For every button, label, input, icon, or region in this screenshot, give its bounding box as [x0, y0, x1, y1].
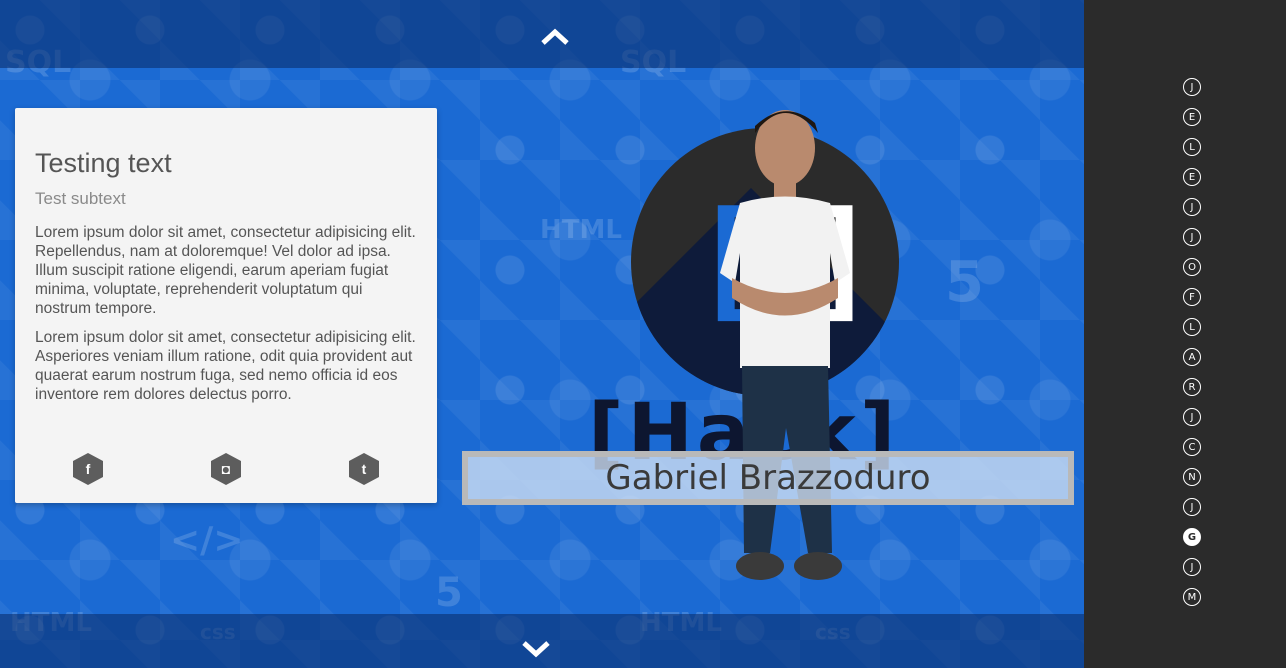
nav-dot[interactable]: J [1183, 408, 1201, 426]
social-links: f ◘ t [15, 453, 437, 485]
card-paragraph: Lorem ipsum dolor sit amet, consectetur … [35, 329, 416, 403]
chevron-up-icon [541, 28, 569, 45]
card-title: Testing text [35, 148, 172, 178]
card-subtitle: Test subtext [35, 189, 126, 208]
nav-dot[interactable]: J [1183, 78, 1201, 96]
facebook-icon[interactable]: f [73, 453, 103, 485]
nav-dot[interactable]: O [1183, 258, 1201, 276]
person-photo [720, 110, 850, 580]
hero-stage: SQL SQL HTML </> 5 5 HTML HTML css css T… [0, 0, 1084, 668]
nav-dot[interactable]: J [1183, 228, 1201, 246]
nav-dot[interactable]: J [1183, 558, 1201, 576]
nav-dot[interactable]: E [1183, 168, 1201, 186]
info-card: Testing text Test subtext Lorem ipsum do… [15, 108, 437, 503]
html5-icon: 5 [435, 570, 463, 616]
instagram-icon[interactable]: ◘ [211, 453, 241, 485]
card-paragraph: Lorem ipsum dolor sit amet, consectetur … [35, 224, 416, 317]
nav-dot[interactable]: F [1183, 288, 1201, 306]
scroll-up-button[interactable] [538, 20, 572, 54]
html5-icon: 5 [945, 250, 984, 315]
nav-dot[interactable]: C [1183, 438, 1201, 456]
nav-dot[interactable]: J [1183, 498, 1201, 516]
sidebar: JELEJJOFLARJCNJGJM [1084, 0, 1286, 668]
nav-dot[interactable]: E [1183, 108, 1201, 126]
nav-dot[interactable]: A [1183, 348, 1201, 366]
nav-dot[interactable]: J [1183, 198, 1201, 216]
html-icon: HTML [540, 215, 622, 245]
nav-dot[interactable]: L [1183, 138, 1201, 156]
scroll-down-button[interactable] [519, 632, 553, 666]
section-navigation: JELEJJOFLARJCNJGJM [1183, 78, 1201, 606]
nav-dot[interactable]: G [1183, 528, 1201, 546]
nav-dot[interactable]: M [1183, 588, 1201, 606]
code-icon: </> [170, 520, 244, 561]
name-banner: Gabriel Brazzoduro [462, 451, 1074, 505]
chevron-down-icon [522, 641, 550, 658]
nav-dot[interactable]: R [1183, 378, 1201, 396]
person-name: Gabriel Brazzoduro [605, 458, 931, 498]
nav-dot[interactable]: L [1183, 318, 1201, 336]
twitter-icon[interactable]: t [349, 453, 379, 485]
nav-dot[interactable]: N [1183, 468, 1201, 486]
